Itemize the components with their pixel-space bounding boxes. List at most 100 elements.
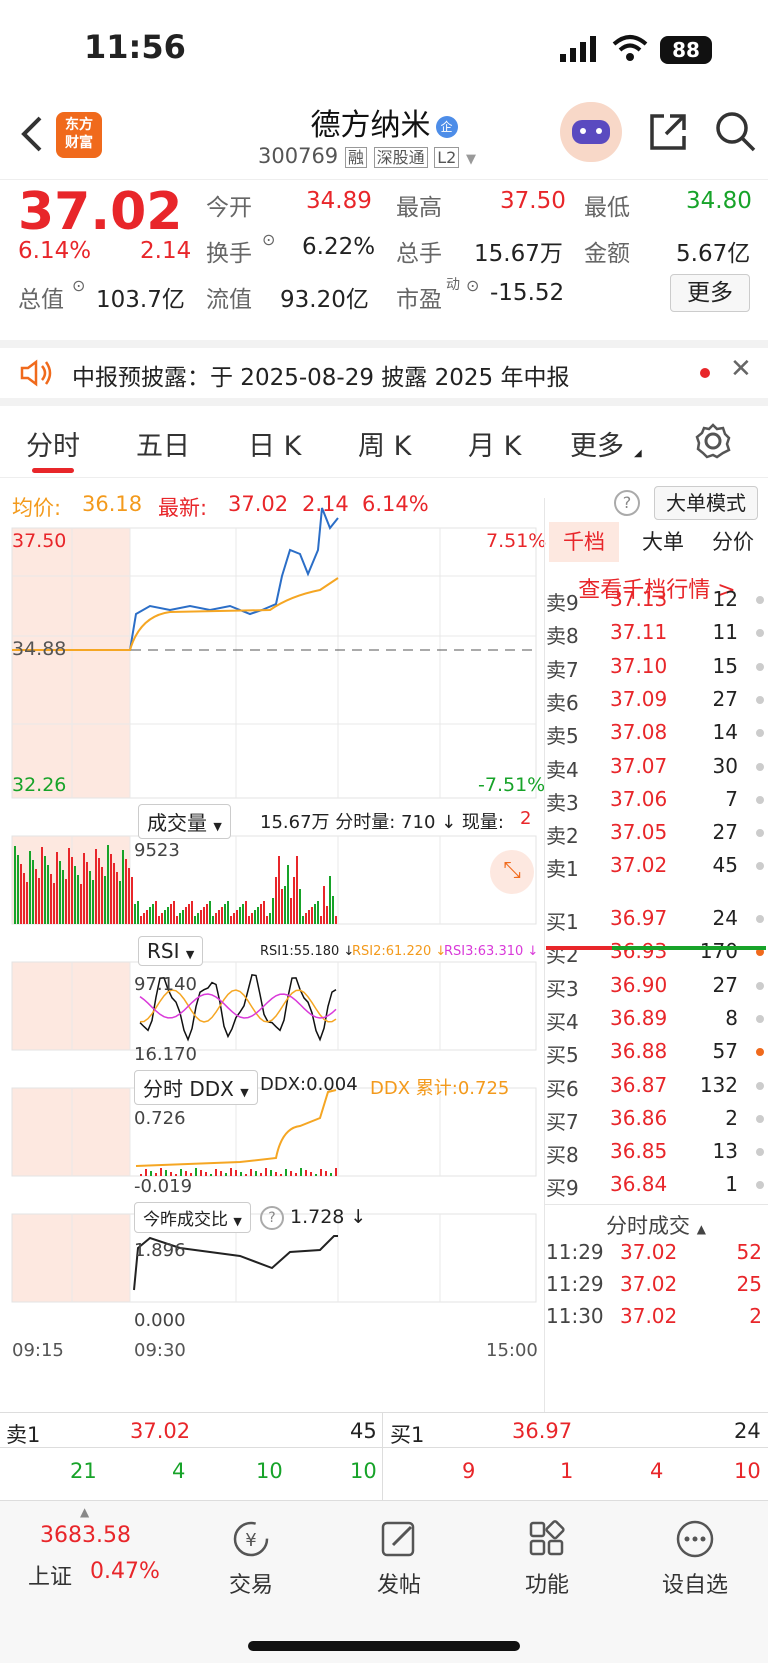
volume-bar	[23, 873, 25, 924]
bids-row[interactable]: 买9 36.84 1	[544, 1168, 768, 1203]
ddx-bar	[255, 1171, 257, 1176]
notice-bar[interactable]: 中报预披露：于 2025-08-29 披露 2025 年中报 ✕	[0, 340, 768, 406]
asks-row[interactable]: 卖1 37.02 45	[544, 849, 768, 884]
volume-indicator-select[interactable]: 成交量 ▼	[138, 804, 231, 839]
bids-price: 36.84	[610, 1172, 668, 1197]
close-icon[interactable]: ✕	[730, 354, 752, 384]
change-amount: 2.14	[140, 238, 192, 264]
info-icon[interactable]: ⊙	[262, 230, 275, 249]
chevron-up-icon[interactable]: ▲	[80, 1505, 89, 1519]
asks-level: 卖4	[546, 757, 579, 782]
bids-row[interactable]: 买6 36.87 132	[544, 1069, 768, 1104]
nav-functions[interactable]: 功能	[492, 1501, 602, 1599]
volume-bar	[164, 910, 166, 924]
status-bar: 11:56 88	[0, 0, 768, 100]
tab-big-order[interactable]: 大单	[633, 522, 693, 562]
ratio-indicator-select[interactable]: 今昨成交比 ▼	[134, 1202, 251, 1233]
volume-bar	[230, 916, 232, 924]
tab-daily-k[interactable]: 日 K	[248, 424, 301, 463]
volume-bar	[287, 865, 289, 924]
low-label: 最低	[584, 195, 630, 221]
bids-price: 36.86	[610, 1105, 668, 1130]
volume-bar	[140, 916, 142, 924]
bids-row[interactable]: 买1 36.97 24	[544, 902, 768, 937]
bids-row[interactable]: 买2 36.93 170	[544, 935, 768, 970]
asks-price: 37.05	[610, 820, 668, 845]
tab-intraday[interactable]: 分时	[26, 424, 80, 463]
expand-icon[interactable]: ⤡	[490, 850, 534, 894]
bids-price: 36.85	[610, 1139, 668, 1164]
asks-row[interactable]: 卖3 37.06 7	[544, 783, 768, 818]
strip-buy-num: 4	[650, 1459, 664, 1483]
wifi-icon	[612, 35, 648, 61]
volume-bar	[311, 907, 313, 924]
premarket-shade	[12, 1088, 130, 1176]
info-icon[interactable]: ⊙	[72, 276, 85, 295]
notice-text: 中报预披露：于 2025-08-29 披露 2025 年中报	[72, 365, 570, 391]
bids-row[interactable]: 买5 36.88 57	[544, 1035, 768, 1070]
ddx-bar	[205, 1172, 207, 1176]
rsi-indicator-select[interactable]: RSI ▼	[138, 936, 204, 966]
gear-icon[interactable]	[694, 422, 732, 460]
bids-row[interactable]: 买3 36.90 27	[544, 969, 768, 1004]
back-icon[interactable]	[18, 114, 46, 154]
volume-label: 总手	[396, 241, 442, 267]
ddx-indicator-select[interactable]: 分时 DDX ▼	[134, 1070, 258, 1105]
ddx-bar	[335, 1168, 337, 1176]
tab-monthly-k[interactable]: 月 K	[468, 424, 521, 463]
asks-row[interactable]: 卖6 37.09 27	[544, 683, 768, 718]
asks-row[interactable]: 卖9 37.13 12	[544, 583, 768, 618]
nav-post[interactable]: 发帖	[344, 1501, 454, 1599]
tab-price-dist[interactable]: 分价	[701, 522, 765, 562]
asks-row[interactable]: 卖5 37.08 14	[544, 716, 768, 751]
info-icon[interactable]: ⊙	[466, 276, 479, 295]
bids-row[interactable]: 买8 36.85 13	[544, 1135, 768, 1170]
asks-row[interactable]: 卖2 37.05 27	[544, 816, 768, 851]
ddx-bar	[265, 1168, 267, 1176]
nav-watchlist[interactable]: 设自选	[640, 1501, 750, 1599]
trade-time: 11:29	[546, 1272, 604, 1296]
tab-level-quote[interactable]: 千档	[549, 522, 619, 562]
asks-row[interactable]: 卖7 37.10 15	[544, 650, 768, 685]
ddx-bar	[225, 1173, 227, 1176]
more-button[interactable]: 更多	[670, 274, 750, 312]
robot-avatar-icon[interactable]	[560, 102, 622, 162]
volume-bar	[110, 854, 112, 924]
bids-row[interactable]: 买4 36.89 8	[544, 1002, 768, 1037]
volume-bar	[29, 851, 31, 924]
tab-weekly-k[interactable]: 周 K	[358, 424, 411, 463]
trade-time: 11:30	[546, 1304, 604, 1328]
nav-trade[interactable]: ¥ 交易	[196, 1501, 306, 1599]
chevron-down-icon: ▼	[213, 820, 222, 833]
volume-bar	[86, 862, 88, 924]
volume-bar	[212, 916, 214, 924]
app-logo[interactable]: 东方 财富	[56, 112, 102, 158]
volume-bar	[41, 847, 43, 924]
bids-dot	[756, 1148, 764, 1157]
change-pct: 6.14%	[18, 238, 92, 264]
asks-dot	[756, 695, 764, 704]
share-icon[interactable]	[648, 112, 688, 152]
amount-value: 5.67亿	[676, 241, 751, 267]
tag-connect: 深股通	[373, 147, 428, 168]
bids-row[interactable]: 买7 36.86 2	[544, 1102, 768, 1137]
volume-bar	[296, 856, 298, 924]
asks-row[interactable]: 卖8 37.11 11	[544, 616, 768, 651]
ddx-cumulative-value: DDX 累计:0.725	[370, 1078, 510, 1099]
asks-row[interactable]: 卖4 37.07 30	[544, 750, 768, 785]
chevron-down-icon[interactable]: ▼	[466, 152, 476, 167]
nav-trade-label: 交易	[228, 1573, 273, 1598]
tab-more[interactable]: 更多	[570, 424, 624, 463]
tab-five-day[interactable]: 五日	[136, 424, 190, 463]
volume-bar	[188, 904, 190, 924]
trades-title[interactable]: 分时成交 ▲	[544, 1210, 768, 1240]
volume-bar	[35, 869, 37, 924]
help-icon[interactable]: ?	[260, 1206, 284, 1230]
volume-bar	[293, 877, 295, 924]
volume-bar	[329, 876, 331, 924]
volume-bar	[314, 904, 316, 924]
search-icon[interactable]	[714, 110, 758, 154]
volume-bar	[149, 907, 151, 924]
index-value[interactable]: 3683.58	[40, 1523, 131, 1548]
strip-sell-price: 37.02	[130, 1419, 191, 1443]
